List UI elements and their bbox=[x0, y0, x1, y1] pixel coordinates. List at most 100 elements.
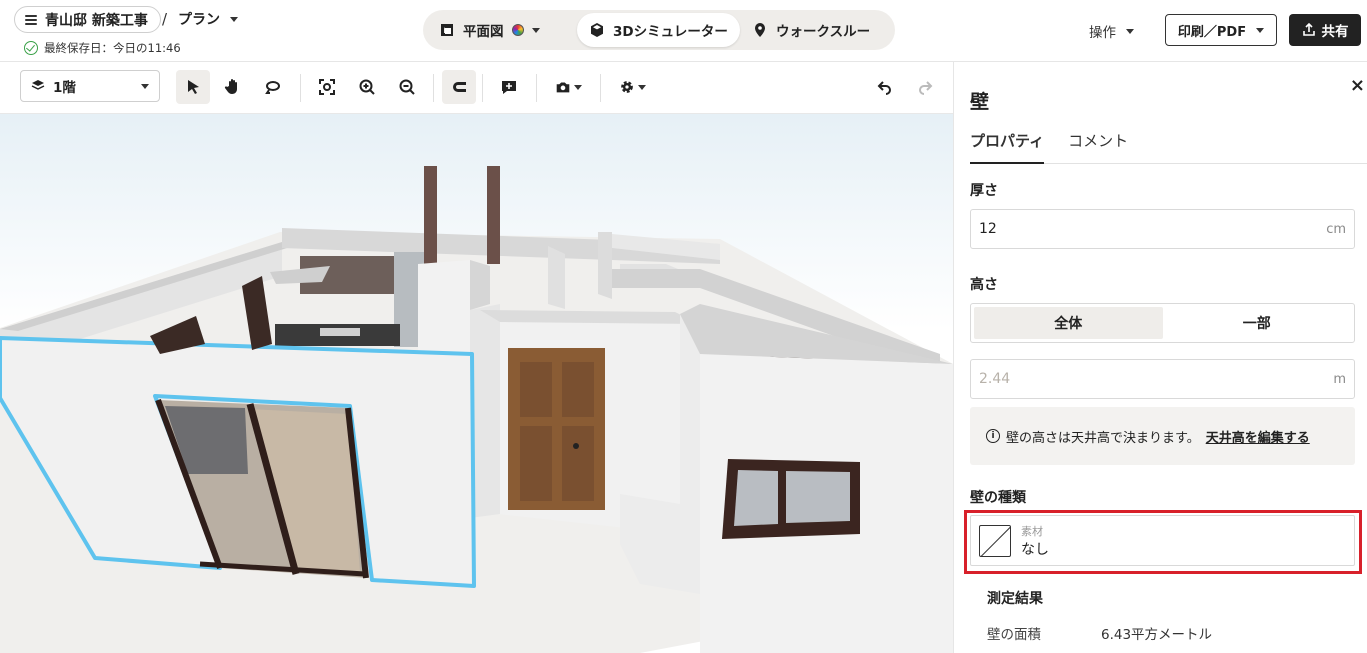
color-palette-icon[interactable] bbox=[511, 24, 524, 36]
height-option-partial[interactable]: 一部 bbox=[1163, 307, 1352, 339]
app: 青山邸 新築工事 / プラン 最終保存日：今日の11:46 平面図 3Dシミュレ… bbox=[0, 0, 1367, 653]
thickness-unit: cm bbox=[1326, 221, 1346, 237]
zoom-in-button[interactable] bbox=[350, 70, 384, 104]
undo-button[interactable] bbox=[868, 70, 902, 104]
panel-tabs: プロパティ コメント bbox=[970, 128, 1367, 164]
no-material-swatch-icon bbox=[979, 524, 1011, 557]
chevron-down-icon bbox=[638, 84, 646, 90]
operations-label: 操作 bbox=[1089, 25, 1116, 41]
toolbar-divider bbox=[536, 74, 537, 102]
floor-label: 1階 bbox=[53, 80, 76, 96]
layers-icon bbox=[31, 80, 45, 90]
zoom-in-icon bbox=[359, 79, 375, 95]
mode-floorplan[interactable]: 平面図 bbox=[427, 13, 577, 47]
settings-gear-icon bbox=[621, 81, 633, 93]
height-mode-toggle: 全体 一部 bbox=[970, 303, 1355, 343]
mode-floorplan-label: 平面図 bbox=[463, 24, 504, 40]
chevron-down-icon bbox=[574, 84, 582, 90]
tab-comments[interactable]: コメント bbox=[1068, 128, 1128, 163]
camera-button[interactable] bbox=[548, 70, 588, 104]
mode-3d-simulator[interactable]: 3Dシミュレーター bbox=[577, 13, 740, 47]
snap-toggle-button[interactable] bbox=[442, 70, 476, 104]
panel-title: 壁 bbox=[970, 91, 990, 113]
material-text: 素材 なし bbox=[1021, 523, 1049, 559]
upload-share-icon bbox=[1302, 23, 1315, 36]
mode-walkthrough[interactable]: ウォークスルー bbox=[740, 13, 890, 47]
save-status: 最終保存日：今日の11:46 bbox=[24, 40, 181, 56]
toolbar-divider bbox=[482, 74, 483, 102]
mode-3d-label: 3Dシミュレーター bbox=[613, 24, 728, 40]
project-name: 青山邸 新築工事 bbox=[45, 12, 148, 29]
height-unit: m bbox=[1333, 371, 1346, 387]
material-select[interactable]: 素材 なし bbox=[970, 515, 1355, 566]
chevron-down-icon bbox=[1126, 28, 1134, 34]
plan-dropdown[interactable]: プラン bbox=[178, 9, 238, 29]
mode-walkthrough-label: ウォークスルー bbox=[776, 24, 871, 40]
measurement-title: 測定結果 bbox=[987, 591, 1043, 607]
chevron-down-icon bbox=[531, 27, 540, 33]
wall-type-label: 壁の種類 bbox=[970, 490, 1026, 506]
redo-button[interactable] bbox=[908, 70, 942, 104]
plan-label: プラン bbox=[178, 12, 220, 28]
height-info-text: 壁の高さは天井高で決まります。 bbox=[1006, 430, 1200, 446]
save-status-text: 最終保存日：今日の11:46 bbox=[44, 41, 181, 55]
header: 青山邸 新築工事 / プラン 最終保存日：今日の11:46 平面図 3Dシミュレ… bbox=[0, 0, 1367, 62]
location-pin-icon bbox=[755, 23, 765, 37]
edit-ceiling-link[interactable]: 天井高を編集する bbox=[1206, 427, 1310, 446]
menu-icon bbox=[25, 14, 37, 25]
operations-dropdown[interactable]: 操作 bbox=[1089, 21, 1134, 41]
camera-icon bbox=[556, 82, 570, 93]
3d-viewport[interactable] bbox=[0, 114, 953, 653]
close-panel-button[interactable]: × bbox=[1350, 75, 1365, 96]
cube-icon bbox=[591, 23, 603, 37]
thickness-value: 12 bbox=[979, 221, 997, 237]
orbit-tool-button[interactable] bbox=[256, 70, 290, 104]
chevron-down-icon bbox=[230, 16, 238, 22]
properties-panel: 壁 × プロパティ コメント 厚さ 12 cm 高さ 全体 一部 2.44 m … bbox=[953, 62, 1367, 653]
fit-view-icon bbox=[319, 79, 335, 95]
material-caption: 素材 bbox=[1021, 524, 1043, 538]
print-pdf-label: 印刷／PDF bbox=[1177, 24, 1247, 40]
material-value: なし bbox=[1021, 541, 1049, 558]
chevron-down-icon bbox=[1256, 27, 1265, 33]
viewer-toolbar: 1階 bbox=[0, 62, 953, 114]
thickness-input[interactable]: 12 cm bbox=[970, 209, 1355, 249]
toolbar-divider bbox=[300, 74, 301, 102]
height-option-full[interactable]: 全体 bbox=[974, 307, 1163, 339]
wall-area-value: 6.43平方メートル bbox=[1101, 627, 1213, 643]
floorplan-icon bbox=[441, 24, 453, 36]
select-arrow-icon bbox=[188, 80, 199, 94]
height-info-box: i 壁の高さは天井高で決まります。 天井高を編集する bbox=[970, 407, 1355, 465]
pan-tool-button[interactable] bbox=[216, 70, 250, 104]
breadcrumb-separator: / bbox=[162, 10, 168, 28]
post-left bbox=[424, 166, 437, 264]
height-value: 2.44 bbox=[979, 371, 1011, 387]
check-circle-icon bbox=[24, 41, 38, 55]
tab-properties[interactable]: プロパティ bbox=[970, 128, 1045, 164]
share-label: 共有 bbox=[1321, 24, 1349, 40]
print-pdf-button[interactable]: 印刷／PDF bbox=[1165, 14, 1277, 46]
post-right bbox=[487, 166, 500, 264]
settings-button[interactable] bbox=[612, 70, 652, 104]
wall-area-label: 壁の面積 bbox=[987, 627, 1041, 643]
info-icon: i bbox=[986, 429, 1000, 443]
hand-pan-icon bbox=[224, 79, 237, 94]
zoom-out-button[interactable] bbox=[390, 70, 424, 104]
fit-view-button[interactable] bbox=[310, 70, 344, 104]
zoom-out-icon bbox=[399, 79, 415, 95]
floor-select[interactable]: 1階 bbox=[20, 70, 160, 102]
snap-magnet-icon bbox=[453, 82, 466, 92]
height-label: 高さ bbox=[970, 277, 998, 293]
select-tool-button[interactable] bbox=[176, 70, 210, 104]
share-button[interactable]: 共有 bbox=[1289, 14, 1361, 46]
redo-icon bbox=[919, 81, 933, 95]
height-input: 2.44 m bbox=[970, 359, 1355, 399]
toolbar-divider bbox=[600, 74, 601, 102]
3d-scene[interactable] bbox=[0, 114, 953, 653]
toolbar-divider bbox=[433, 74, 434, 102]
project-menu-button[interactable]: 青山邸 新築工事 bbox=[14, 6, 161, 33]
orbit-icon bbox=[265, 81, 280, 94]
thickness-label: 厚さ bbox=[970, 183, 998, 199]
add-comment-button[interactable] bbox=[492, 70, 526, 104]
add-comment-icon bbox=[502, 81, 516, 94]
